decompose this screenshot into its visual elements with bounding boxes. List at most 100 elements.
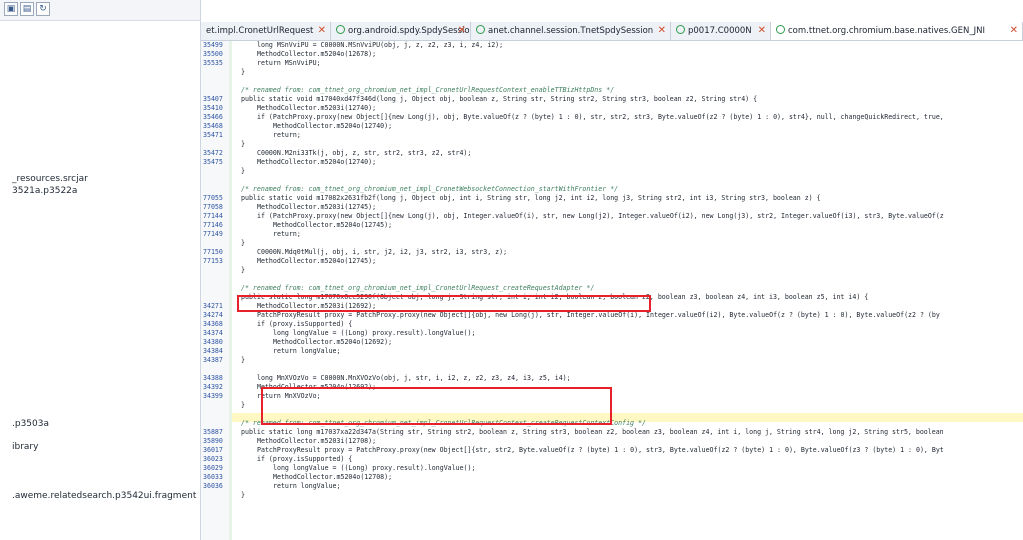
line-number: 34387	[203, 356, 223, 364]
class-icon	[476, 25, 485, 34]
code-line: }	[241, 401, 245, 409]
code-comment-line: /* renamed from: com_ttnet_org_chromium_…	[241, 284, 595, 292]
class-icon	[776, 25, 785, 34]
code-line: C0000N.Mdq0tMul(j, obj, i, str, j2, i2, …	[257, 248, 508, 256]
code-line: MethodCollector.m5203i(12708);	[257, 437, 377, 445]
close-icon[interactable]: ✕	[758, 22, 766, 40]
tab-label: p0017.C0000N	[688, 26, 752, 36]
tree-item[interactable]: _resources.srcjar	[12, 174, 88, 185]
line-number: 35466	[203, 113, 223, 121]
project-tree-panel: ▣ ▤ ↻ _resources.srcjar 3521a.p3522a .p3…	[0, 0, 201, 540]
code-comment-line: /* renamed from: com_ttnet_org_chromium_…	[241, 185, 619, 193]
code-line: long longValue = ((Long) proxy.result).l…	[273, 329, 476, 337]
code-line: return longValue;	[273, 347, 341, 355]
code-line: }	[241, 68, 245, 76]
code-line: public static long m17037xa22d347a(Strin…	[241, 428, 944, 436]
line-number: 34374	[203, 329, 223, 337]
line-number: 35890	[203, 437, 223, 445]
code-line: public static void m17040xd47f346d(long …	[241, 95, 758, 103]
tab-spdy-session[interactable]: org.android.spdy.SpdySession ✕	[331, 22, 471, 40]
line-number: 35887	[203, 428, 223, 436]
code-line: MethodCollector.m5204o(12745);	[273, 221, 393, 229]
annotation-box-rename-comment	[237, 295, 651, 312]
tree-expand-icon[interactable]: ▣	[4, 2, 18, 16]
line-number: 34384	[203, 347, 223, 355]
code-line: PatchProxyResult proxy = PatchProxy.prox…	[257, 311, 940, 319]
line-number: 77055	[203, 194, 223, 202]
line-number: 36017	[203, 446, 223, 454]
editor-tabbar: et.impl.CronetUrlRequest ✕ org.android.s…	[201, 22, 1023, 41]
code-line: }	[241, 140, 245, 148]
annotation-box-native-call	[261, 387, 612, 425]
line-number: 34274	[203, 311, 223, 319]
line-number: 36023	[203, 455, 223, 463]
code-line: return longValue;	[273, 482, 341, 490]
code-line: return;	[273, 131, 301, 139]
line-number: 35475	[203, 158, 223, 166]
tab-label: com.ttnet.org.chromium.base.natives.GEN_…	[788, 26, 985, 36]
code-line: long MnXVOzVo = C0000N.MnXVOzVo(obj, j, …	[257, 374, 571, 382]
line-number: 35410	[203, 104, 223, 112]
line-number: 35468	[203, 122, 223, 130]
code-line: if (PatchProxy.proxy(new Object[]{new Lo…	[257, 212, 944, 220]
tree-item[interactable]: .aweme.relatedsearch.p3542ui.fragment	[12, 491, 196, 502]
change-marker-strip	[229, 41, 232, 540]
line-number: 77149	[203, 230, 223, 238]
line-number: 34271	[203, 302, 223, 310]
tree-toolbar: ▣ ▤ ↻	[0, 0, 200, 21]
code-line: long MSnVviPU = C0000N.MSnVviPU(obj, j, …	[257, 41, 504, 49]
close-icon[interactable]: ✕	[1010, 22, 1018, 40]
line-number: 77153	[203, 257, 223, 265]
code-line: if (proxy.isSupported) {	[257, 455, 353, 463]
code-editor[interactable]: 35499 long MSnVviPU = C0000N.MSnVviPU(obj…	[201, 41, 1023, 540]
line-number: 35499	[203, 41, 223, 49]
line-number: 77150	[203, 248, 223, 256]
class-icon	[336, 25, 345, 34]
code-line: MethodCollector.m5203i(12745);	[257, 203, 377, 211]
tab-tnet-spdy-session[interactable]: anet.channel.session.TnetSpdySession ✕	[471, 22, 671, 40]
code-line: long longValue = ((Long) proxy.result).l…	[273, 464, 476, 472]
code-line: if (PatchProxy.proxy(new Object[]{new Lo…	[257, 113, 944, 121]
line-number: 35500	[203, 50, 223, 58]
line-number: 36029	[203, 464, 223, 472]
code-line: }	[241, 491, 245, 499]
close-icon[interactable]: ✕	[318, 22, 326, 40]
code-line: MethodCollector.m5204o(12740);	[257, 158, 377, 166]
tab-gen-jni[interactable]: com.ttnet.org.chromium.base.natives.GEN_…	[771, 22, 1023, 40]
line-number: 34392	[203, 383, 223, 391]
code-line: MethodCollector.m5204o(12678);	[257, 50, 377, 58]
code-line: C0000N.M2ni33Tk(j, obj, z, str, str2, st…	[257, 149, 472, 157]
code-comment-line: /* renamed from: com_ttnet_org_chromium_…	[241, 86, 615, 94]
line-number: 34399	[203, 392, 223, 400]
tab-label: anet.channel.session.TnetSpdySession	[488, 26, 654, 36]
jadx-window: ▣ ▤ ↻ _resources.srcjar 3521a.p3522a .p3…	[0, 0, 1023, 540]
tree-item[interactable]: 3521a.p3522a	[12, 186, 77, 197]
tree-collapse-icon[interactable]: ▤	[20, 2, 34, 16]
code-line: MethodCollector.m5204o(12692);	[273, 338, 393, 346]
code-line: MethodCollector.m5204o(12708);	[273, 473, 393, 481]
code-line: MethodCollector.m5204o(12745);	[257, 257, 377, 265]
line-number: 34368	[203, 320, 223, 328]
line-number: 34388	[203, 374, 223, 382]
line-number: 34380	[203, 338, 223, 346]
code-line: PatchProxyResult proxy = PatchProxy.prox…	[257, 446, 944, 454]
close-icon[interactable]: ✕	[458, 22, 466, 40]
line-number: 77144	[203, 212, 223, 220]
line-number: 35472	[203, 149, 223, 157]
tab-label: et.impl.CronetUrlRequest	[206, 26, 314, 36]
sync-icon[interactable]: ↻	[36, 2, 50, 16]
tab-c0000n[interactable]: p0017.C0000N ✕	[671, 22, 771, 40]
tree-item[interactable]: ibrary	[12, 442, 38, 453]
line-number: 35535	[203, 59, 223, 67]
tab-cronet-url-request[interactable]: et.impl.CronetUrlRequest ✕	[201, 22, 331, 40]
line-number: 35407	[203, 95, 223, 103]
line-number: 36036	[203, 482, 223, 490]
code-line: return MSnVviPU;	[257, 59, 321, 67]
tree-item[interactable]: .p3503a	[12, 419, 49, 430]
close-icon[interactable]: ✕	[658, 22, 666, 40]
code-line: }	[241, 239, 245, 247]
code-line: if (proxy.isSupported) {	[257, 320, 353, 328]
line-number: 35471	[203, 131, 223, 139]
code-line: MethodCollector.m5203i(12740);	[257, 104, 377, 112]
code-line: }	[241, 167, 245, 175]
